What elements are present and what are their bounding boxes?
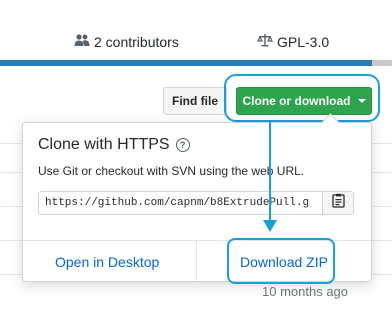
contributors-link[interactable]: 2 contributors [74,33,179,50]
clone-dropdown-title: Clone with HTTPS ? [38,136,190,154]
commit-timestamp: 10 months ago [262,284,349,299]
clone-button-highlight [224,74,380,122]
clone-title-text: Clone with HTTPS [38,136,170,153]
people-icon [74,33,90,50]
language-bar [0,60,392,66]
download-zip-highlight [227,238,335,284]
open-in-desktop-link[interactable]: Open in Desktop [55,254,159,270]
license-label: GPL-3.0 [277,33,330,50]
law-icon [257,33,273,50]
clone-url-input[interactable]: https://github.com/capnm/b8ExtrudePull.g [38,191,323,215]
repo-stats-bar: 2 contributors GPL-3.0 [0,20,392,60]
annotation-arrow-head [263,220,277,232]
contributors-label: 2 contributors [94,33,179,50]
help-icon[interactable]: ? [175,138,190,152]
copy-url-button[interactable] [322,191,354,215]
annotation-arrow-line [269,122,271,222]
dropdown-divider-vertical [196,241,197,281]
find-file-button[interactable]: Find file [163,87,227,115]
clone-description: Use Git or checkout with SVN using the w… [38,164,305,178]
clipboard-icon [331,193,345,213]
language-bar-other [372,60,392,66]
license-link[interactable]: GPL-3.0 [257,33,329,50]
